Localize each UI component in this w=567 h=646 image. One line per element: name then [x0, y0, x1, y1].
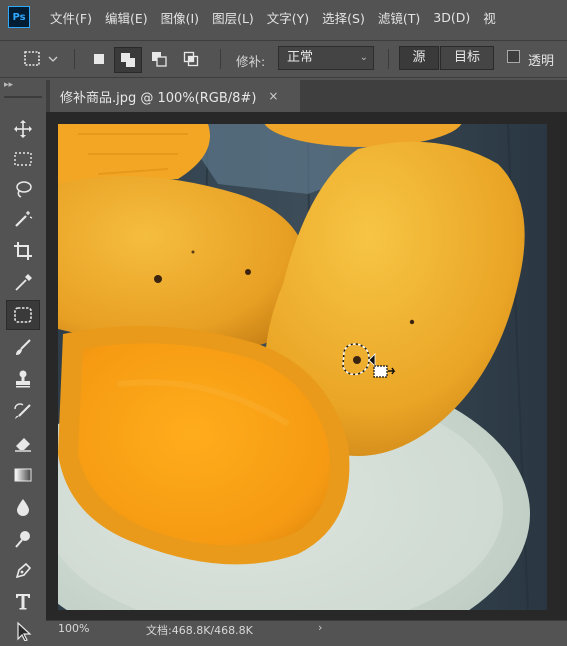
- stamp-icon: [16, 370, 30, 388]
- rect-marquee-icon: [14, 152, 32, 166]
- brush-tool[interactable]: [6, 332, 40, 362]
- tool-preset-picker[interactable]: [22, 49, 62, 72]
- separator: [220, 49, 221, 69]
- crop-tool[interactable]: [6, 236, 40, 266]
- new-selection-icon: [94, 54, 104, 64]
- chevron-down-icon: ⌄: [359, 52, 368, 63]
- patch-mode-value: 正常: [287, 50, 314, 65]
- magic-wand-tool[interactable]: [6, 204, 40, 234]
- mango-photo: [58, 124, 547, 610]
- transparent-label: 透明: [528, 54, 555, 69]
- tools-panel: ▸▸: [0, 80, 46, 641]
- patch-label: 修补:: [236, 54, 266, 69]
- zoom-level[interactable]: 100%: [58, 622, 89, 635]
- intersect-selection-icon: [183, 51, 199, 67]
- document-tab-strip: 修补商品.jpg @ 100%(RGB/8#) ×: [46, 80, 567, 112]
- patch-tool[interactable]: [6, 300, 40, 330]
- pen-icon: [15, 562, 32, 579]
- lasso-tool[interactable]: [6, 174, 40, 204]
- close-icon[interactable]: ×: [268, 89, 278, 103]
- add-selection-icon: [121, 53, 135, 67]
- document-tab-title: 修补商品.jpg @ 100%(RGB/8#): [60, 90, 257, 106]
- menu-image[interactable]: 图像(I): [161, 8, 199, 27]
- document-canvas[interactable]: [58, 124, 547, 610]
- menu-bar: Ps 文件(F) 编辑(E) 图像(I) 图层(L) 文字(Y) 选择(S) 滤…: [0, 0, 567, 34]
- gradient-tool[interactable]: [6, 460, 40, 490]
- type-icon: [16, 594, 30, 610]
- path-select-icon: [17, 621, 32, 641]
- separator: [74, 49, 75, 69]
- source-button[interactable]: 源: [399, 46, 439, 70]
- photoshop-logo[interactable]: Ps: [8, 6, 30, 28]
- document-size: 文档:468.8K/468.8K: [146, 624, 253, 637]
- crop-icon: [14, 242, 32, 260]
- path-select-tool[interactable]: [6, 616, 40, 646]
- mode-new-selection-button[interactable]: [86, 47, 112, 71]
- patch-mode-select[interactable]: 正常 ⌄: [278, 46, 374, 70]
- menu-view[interactable]: 视: [483, 8, 496, 27]
- menu-type[interactable]: 文字(Y): [267, 8, 309, 27]
- mode-subtract-selection-button[interactable]: [146, 47, 172, 71]
- dodge-icon: [15, 531, 30, 548]
- blur-tool[interactable]: [6, 492, 40, 522]
- subtract-selection-icon: [152, 52, 167, 67]
- eyedropper-tool[interactable]: [6, 268, 40, 298]
- panel-collapse-icon[interactable]: ▸▸: [4, 80, 13, 90]
- options-bar: 修补: 正常 ⌄ 源 目标 透明: [0, 40, 567, 78]
- history-brush-tool[interactable]: [6, 396, 40, 426]
- stamp-tool[interactable]: [6, 364, 40, 394]
- chevron-right-icon[interactable]: ›: [318, 621, 322, 634]
- menu-3d[interactable]: 3D(D): [433, 10, 470, 25]
- pen-tool[interactable]: [6, 556, 40, 586]
- blur-icon: [17, 499, 29, 516]
- menu-edit[interactable]: 编辑(E): [105, 8, 148, 27]
- dodge-tool[interactable]: [6, 524, 40, 554]
- panel-grip[interactable]: [4, 96, 42, 98]
- patch-preset-icon: [24, 51, 58, 66]
- marquee-tool[interactable]: [6, 144, 40, 174]
- brush-icon: [16, 339, 31, 355]
- separator: [388, 49, 389, 69]
- transparent-checkbox[interactable]: [507, 50, 520, 63]
- lasso-icon: [16, 181, 32, 198]
- menu-select[interactable]: 选择(S): [322, 8, 365, 27]
- eraser-icon: [15, 438, 31, 452]
- type-tool[interactable]: [6, 586, 40, 616]
- move-icon: [14, 120, 32, 138]
- move-tool[interactable]: [6, 114, 40, 144]
- menu-file[interactable]: 文件(F): [50, 8, 92, 27]
- mode-intersect-selection-button[interactable]: [178, 47, 204, 71]
- eraser-tool[interactable]: [6, 428, 40, 458]
- target-button[interactable]: 目标: [440, 46, 494, 70]
- patch-icon: [14, 307, 32, 323]
- magic-wand-icon: [15, 211, 33, 227]
- gradient-icon: [14, 468, 32, 482]
- menu-filter[interactable]: 滤镜(T): [378, 8, 420, 27]
- eyedropper-icon: [15, 274, 32, 291]
- mode-add-selection-button[interactable]: [114, 47, 142, 73]
- status-bar: 100% 文档:468.8K/468.8K ›: [46, 620, 567, 637]
- document-tab[interactable]: 修补商品.jpg @ 100%(RGB/8#) ×: [50, 80, 300, 112]
- menu-layer[interactable]: 图层(L): [212, 8, 254, 27]
- history-brush-icon: [14, 403, 31, 419]
